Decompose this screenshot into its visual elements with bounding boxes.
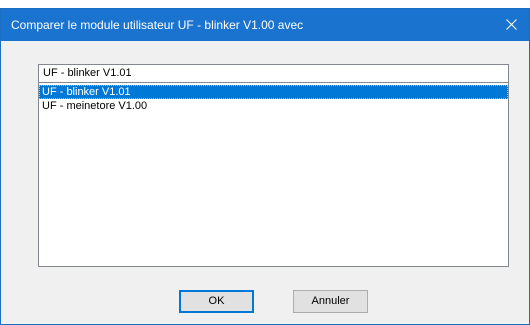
title-bar[interactable]: Comparer le module utilisateur UF - blin… — [1, 9, 529, 41]
module-edit-value: UF - blinker V1.01 — [43, 67, 132, 79]
close-button[interactable] — [495, 9, 529, 41]
module-list: UF - blinker V1.01 UF - meinetore V1.00 — [39, 85, 508, 113]
list-item[interactable]: UF - blinker V1.01 — [39, 85, 508, 99]
module-combobox: UF - blinker V1.01 UF - blinker V1.01 UF… — [38, 64, 509, 267]
close-icon — [506, 19, 517, 30]
ok-button[interactable]: OK — [179, 290, 254, 313]
cancel-button[interactable]: Annuler — [293, 290, 368, 313]
dialog-body: UF - blinker V1.01 UF - blinker V1.01 UF… — [1, 41, 529, 324]
list-item[interactable]: UF - meinetore V1.00 — [39, 99, 508, 113]
dialog-window: Comparer le module utilisateur UF - blin… — [0, 8, 530, 325]
background-strip — [0, 0, 530, 8]
module-edit-field[interactable]: UF - blinker V1.01 — [39, 65, 508, 83]
dialog-title: Comparer le module utilisateur UF - blin… — [11, 18, 304, 32]
